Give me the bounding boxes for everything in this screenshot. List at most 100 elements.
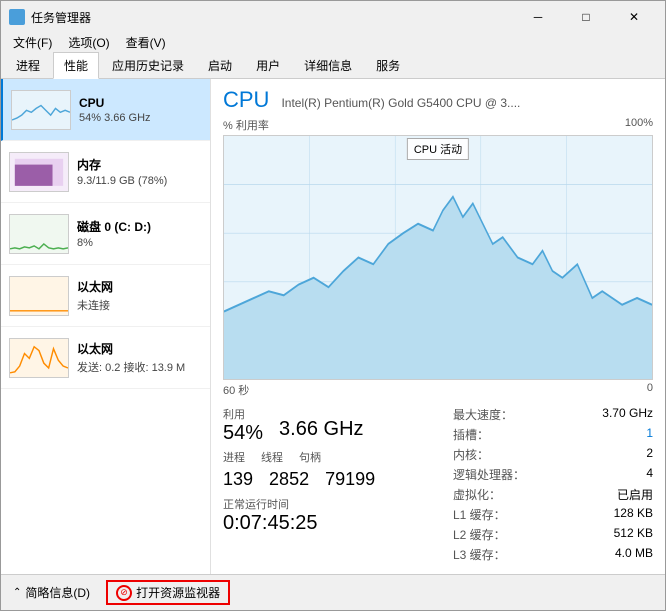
speed-col: 3.66 GHz <box>279 406 363 445</box>
max-speed-label: 最大速度： <box>453 406 513 423</box>
proc-thread-handle-labels: 进程 线程 句柄 <box>223 449 453 465</box>
mem-sidebar-info: 内存 9.3/11.9 GB (78%) <box>77 156 202 187</box>
net2-sidebar-name: 以太网 <box>77 340 202 357</box>
speed-label <box>279 406 363 418</box>
core-row: 内核： 2 <box>453 446 653 463</box>
sidebar-item-memory[interactable]: 内存 9.3/11.9 GB (78%) <box>1 141 210 203</box>
net2-mini-chart <box>9 338 69 378</box>
l2-row: L2 缓存： 512 KB <box>453 526 653 543</box>
right-panel-title: CPU <box>223 87 269 113</box>
l3-row: L3 缓存： 4.0 MB <box>453 546 653 563</box>
l2-value: 512 KB <box>614 526 653 543</box>
window-controls: ─ □ ✕ <box>515 7 657 27</box>
mem-sidebar-name: 内存 <box>77 156 202 173</box>
cpu-mini-chart <box>11 90 71 130</box>
util-speed-row: 利用 54% 3.66 GHz <box>223 406 453 445</box>
close-button[interactable]: ✕ <box>611 7 657 27</box>
tab-performance[interactable]: 性能 <box>53 52 99 79</box>
process-label-col: 进程 <box>223 449 245 465</box>
speed-value: 3.66 GHz <box>279 418 363 441</box>
cpu-sidebar-info: CPU 54% 3.66 GHz <box>79 96 202 124</box>
slot-label: 插槽： <box>453 426 489 443</box>
tab-app-history[interactable]: 应用历史记录 <box>101 52 195 78</box>
tab-startup[interactable]: 启动 <box>197 52 243 78</box>
slot-value: 1 <box>646 426 653 443</box>
right-panel: CPU Intel(R) Pentium(R) Gold G5400 CPU @… <box>211 79 665 574</box>
chart-time-right: 0 <box>647 382 653 398</box>
logical-label: 逻辑处理器： <box>453 466 525 483</box>
handle-value-col: 79199 <box>325 469 375 490</box>
utilization-label: 利用 <box>223 406 263 422</box>
stats-left: 利用 54% 3.66 GHz 进程 <box>223 406 453 566</box>
summary-info-button[interactable]: ⌃ 简略信息(D) <box>13 584 90 601</box>
handle-label: 句柄 <box>299 449 321 465</box>
menu-view[interactable]: 查看(V) <box>118 32 174 53</box>
disk-sidebar-name: 磁盘 0 (C: D:) <box>77 218 202 235</box>
right-panel-subtitle: Intel(R) Pentium(R) Gold G5400 CPU @ 3..… <box>281 96 520 110</box>
tab-details[interactable]: 详细信息 <box>293 52 363 78</box>
chart-top-labels: % 利用率 100% <box>223 117 653 133</box>
chart-y-max: 100% <box>625 117 653 133</box>
sidebar-item-disk[interactable]: 磁盘 0 (C: D:) 8% <box>1 203 210 265</box>
open-monitor-label: 打开资源监视器 <box>136 584 220 601</box>
process-value-col: 139 <box>223 469 253 490</box>
process-label: 进程 <box>223 449 245 465</box>
slot-row: 插槽： 1 <box>453 426 653 443</box>
l2-label: L2 缓存： <box>453 526 506 543</box>
uptime-group: 正常运行时间 0:07:45:25 <box>223 496 453 535</box>
menu-options[interactable]: 选项(O) <box>60 32 117 53</box>
chart-time-left: 60 秒 <box>223 382 249 398</box>
title-bar: 任务管理器 ─ □ ✕ <box>1 1 665 31</box>
net2-sidebar-info: 以太网 发送: 0.2 接收: 13.9 M <box>77 340 202 375</box>
l3-label: L3 缓存： <box>453 546 506 563</box>
net2-sidebar-value: 发送: 0.2 接收: 13.9 M <box>77 359 202 375</box>
sidebar-item-cpu[interactable]: CPU 54% 3.66 GHz <box>1 79 210 141</box>
sidebar-item-net1[interactable]: 以太网 未连接 <box>1 265 210 327</box>
mem-mini-chart <box>9 152 69 192</box>
thread-label: 线程 <box>261 449 283 465</box>
menu-bar: 文件(F) 选项(O) 查看(V) <box>1 31 665 53</box>
disk-sidebar-value: 8% <box>77 237 202 249</box>
main-content: CPU 54% 3.66 GHz 内存 9.3/11.9 GB (78%) <box>1 79 665 574</box>
sidebar-item-net2[interactable]: 以太网 发送: 0.2 接收: 13.9 M <box>1 327 210 389</box>
virt-label: 虚拟化： <box>453 486 501 503</box>
tab-services[interactable]: 服务 <box>365 52 411 78</box>
summary-info-label: 简略信息(D) <box>25 584 90 601</box>
utilization-col: 利用 54% <box>223 406 263 445</box>
task-manager-window: 任务管理器 ─ □ ✕ 文件(F) 选项(O) 查看(V) 进程 性能 应用历史… <box>0 0 666 611</box>
utilization-value: 54% <box>223 422 263 445</box>
core-label: 内核： <box>453 446 489 463</box>
thread-label-col: 线程 <box>261 449 283 465</box>
stats-right: 最大速度： 3.70 GHz 插槽： 1 内核： 2 逻辑处理器： 4 <box>453 406 653 566</box>
tab-process[interactable]: 进程 <box>5 52 51 78</box>
net1-sidebar-info: 以太网 未连接 <box>77 278 202 313</box>
sidebar: CPU 54% 3.66 GHz 内存 9.3/11.9 GB (78%) <box>1 79 211 574</box>
net1-mini-chart <box>9 276 69 316</box>
minimize-button[interactable]: ─ <box>515 7 561 27</box>
title-bar-left: 任务管理器 <box>9 9 91 26</box>
l3-value: 4.0 MB <box>615 546 653 563</box>
process-value: 139 <box>223 469 253 490</box>
handle-label-col: 句柄 <box>299 449 321 465</box>
cpu-chart: CPU 活动 <box>223 135 653 380</box>
mem-sidebar-value: 9.3/11.9 GB (78%) <box>77 175 202 187</box>
stats-area: 利用 54% 3.66 GHz 进程 <box>223 406 653 566</box>
uptime-label: 正常运行时间 <box>223 496 453 512</box>
chart-bottom-labels: 60 秒 0 <box>223 382 653 398</box>
virt-row: 虚拟化： 已启用 <box>453 486 653 503</box>
max-speed-value: 3.70 GHz <box>602 406 653 423</box>
open-resource-monitor-button[interactable]: ⊘ 打开资源监视器 <box>106 580 230 605</box>
window-title: 任务管理器 <box>31 9 91 26</box>
tab-bar: 进程 性能 应用历史记录 启动 用户 详细信息 服务 <box>1 53 665 79</box>
maximize-button[interactable]: □ <box>563 7 609 27</box>
cpu-sidebar-name: CPU <box>79 96 202 110</box>
uptime-value: 0:07:45:25 <box>223 512 453 535</box>
disk-sidebar-info: 磁盘 0 (C: D:) 8% <box>77 218 202 249</box>
max-speed-row: 最大速度： 3.70 GHz <box>453 406 653 423</box>
tab-users[interactable]: 用户 <box>245 52 291 78</box>
thread-value-col: 2852 <box>269 469 309 490</box>
l1-row: L1 缓存： 128 KB <box>453 506 653 523</box>
l1-value: 128 KB <box>614 506 653 523</box>
cpu-sidebar-value: 54% 3.66 GHz <box>79 112 202 124</box>
menu-file[interactable]: 文件(F) <box>5 32 60 53</box>
